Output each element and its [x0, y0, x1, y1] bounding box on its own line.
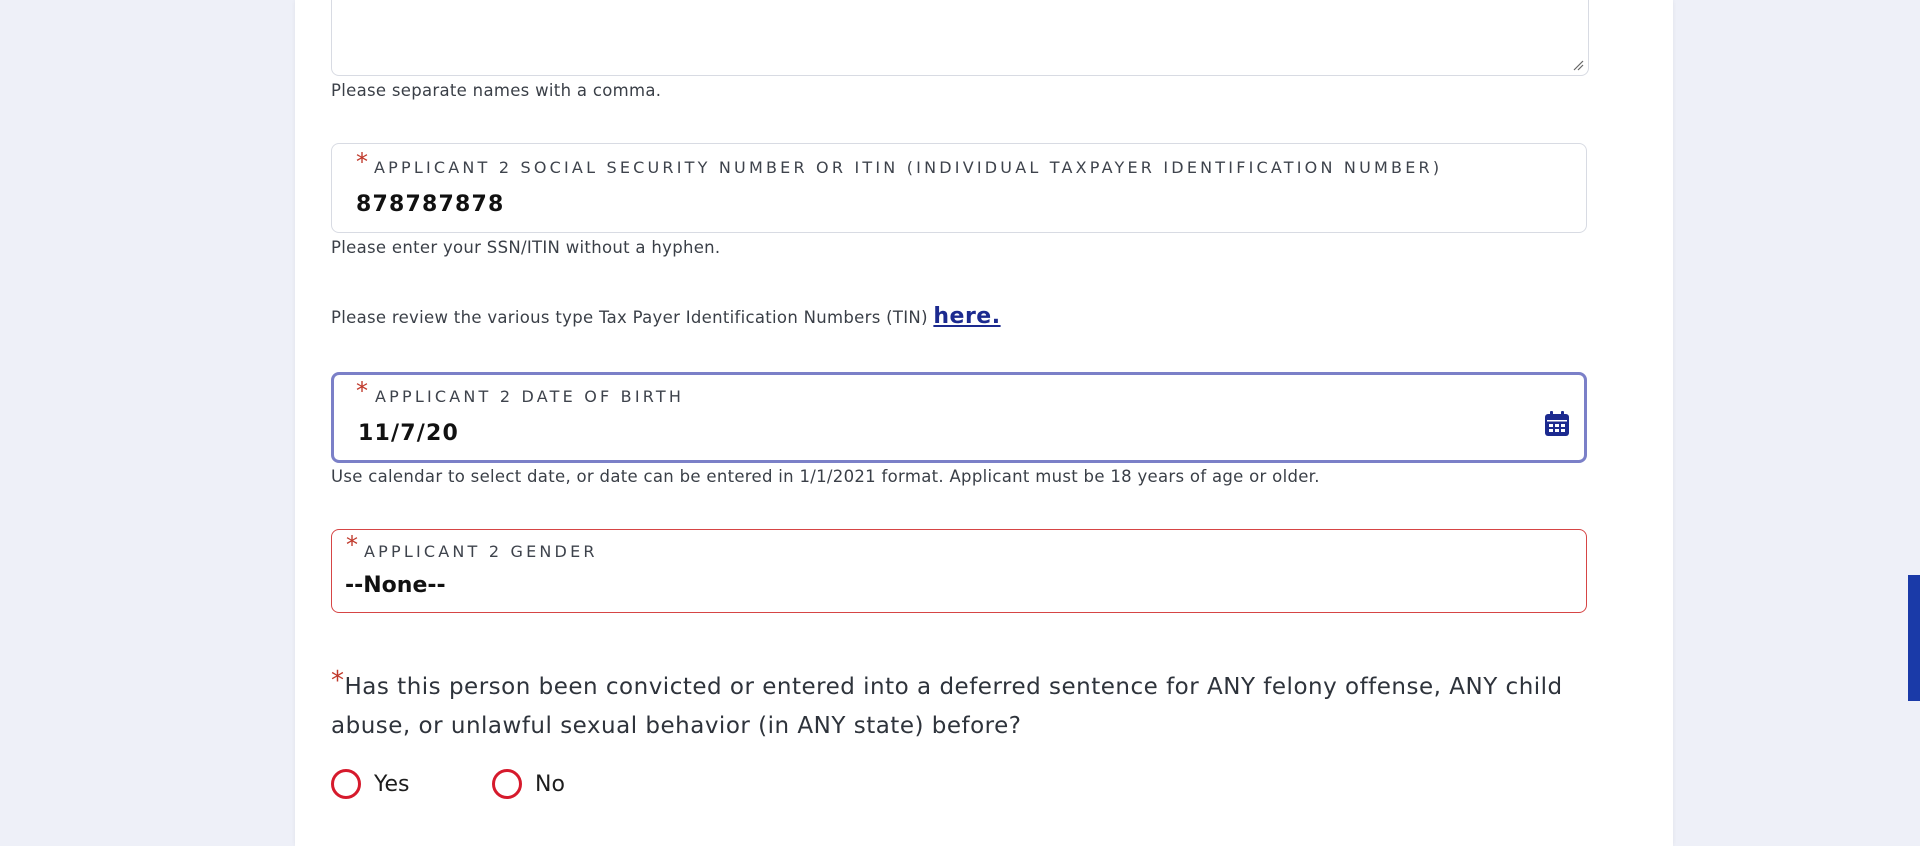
required-marker: * [356, 377, 368, 405]
names-textarea[interactable] [331, 0, 1589, 76]
felony-question: *Has this person been convicted or enter… [331, 662, 1589, 746]
dob-help-text: Use calendar to select date, or date can… [331, 467, 1320, 486]
ssn-field-value[interactable]: 878787878 [356, 192, 505, 217]
scrollbar-thumb[interactable] [1908, 575, 1920, 701]
radio-no[interactable]: No [492, 765, 565, 803]
required-marker: * [356, 148, 368, 176]
felony-question-text: Has this person been convicted or entere… [331, 674, 1563, 739]
gender-select-value[interactable]: --None-- [345, 573, 446, 598]
tin-review-link[interactable]: here. [933, 304, 1000, 329]
gender-field[interactable]: * APPLICANT 2 GENDER --None-- [331, 529, 1587, 613]
required-marker: * [346, 531, 358, 559]
gender-field-label: APPLICANT 2 GENDER [364, 542, 598, 561]
radio-yes-circle[interactable] [331, 769, 361, 799]
ssn-field-label: APPLICANT 2 SOCIAL SECURITY NUMBER OR IT… [374, 158, 1443, 177]
dob-field[interactable]: * APPLICANT 2 DATE OF BIRTH 11/7/20 [331, 372, 1587, 463]
calendar-icon[interactable] [1542, 409, 1572, 439]
required-marker: * [331, 666, 345, 696]
dob-field-label: APPLICANT 2 DATE OF BIRTH [375, 387, 685, 406]
radio-no-circle[interactable] [492, 769, 522, 799]
tin-review-line: Please review the various type Tax Payer… [331, 304, 1001, 329]
radio-yes-label[interactable]: Yes [374, 772, 410, 797]
radio-yes[interactable]: Yes [331, 765, 410, 803]
ssn-field[interactable]: * APPLICANT 2 SOCIAL SECURITY NUMBER OR … [331, 143, 1587, 233]
names-help-text: Please separate names with a comma. [331, 81, 662, 100]
radio-no-label[interactable]: No [535, 772, 565, 797]
resize-grip-icon[interactable] [1572, 59, 1584, 71]
ssn-help-text: Please enter your SSN/ITIN without a hyp… [331, 238, 721, 257]
dob-field-value[interactable]: 11/7/20 [358, 421, 459, 446]
tin-review-text: Please review the various type Tax Payer… [331, 308, 928, 327]
